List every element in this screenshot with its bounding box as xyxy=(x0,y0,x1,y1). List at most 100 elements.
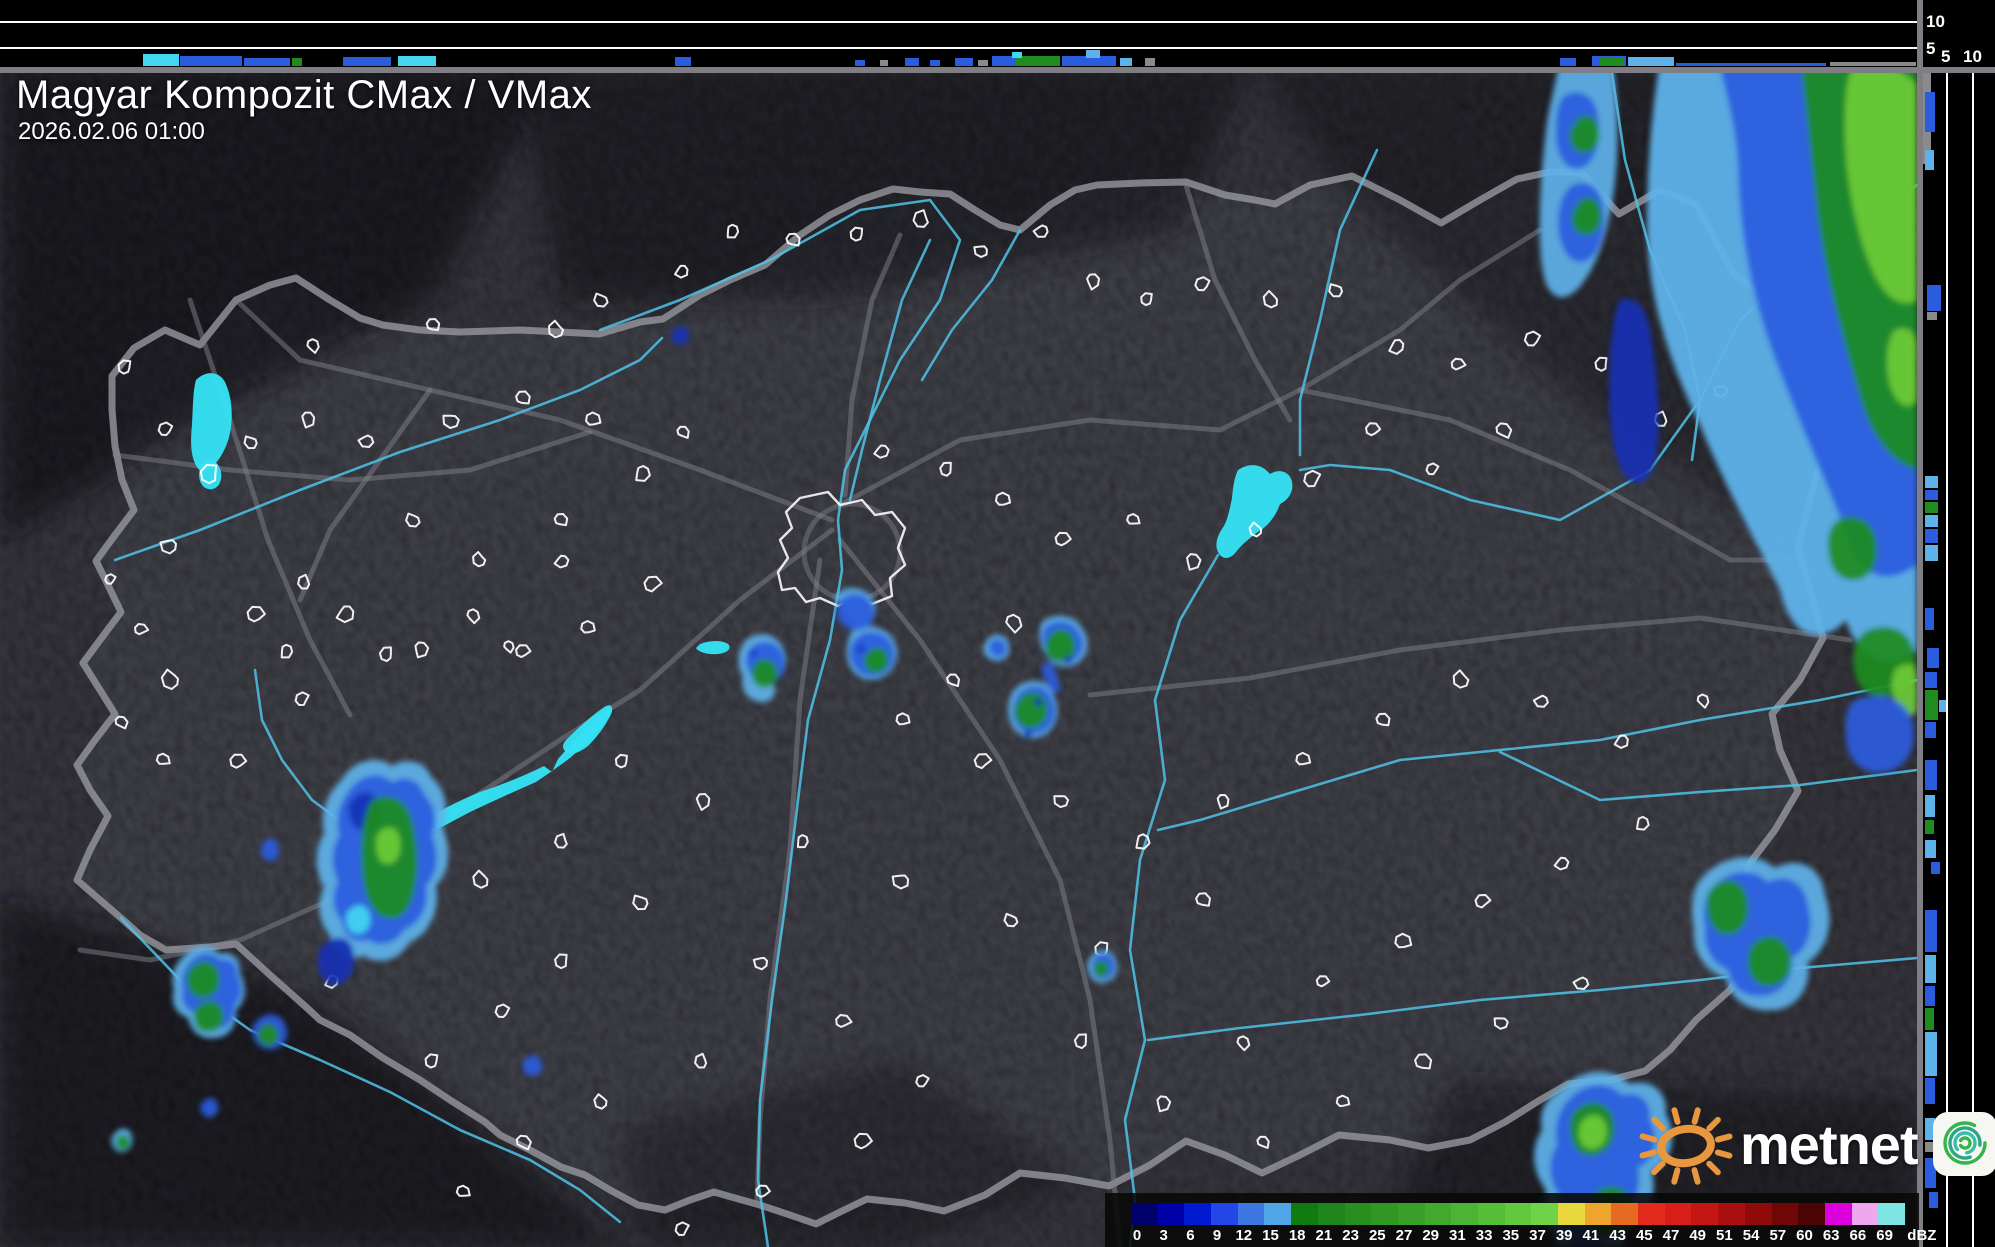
top-height-profile-panel xyxy=(0,0,1917,67)
dbz-tick: 27 xyxy=(1395,1227,1413,1244)
profile-echo xyxy=(1830,62,1916,66)
top-profile-gridline-5km xyxy=(0,47,1917,49)
right-axis-label-10: 10 xyxy=(1963,47,1982,66)
dbz-cell-12 xyxy=(1237,1203,1265,1225)
profile-echo xyxy=(955,58,973,66)
profile-echo xyxy=(905,58,919,66)
dbz-cell-54 xyxy=(1744,1203,1772,1225)
profile-echo xyxy=(1925,515,1938,527)
dbz-tick: 51 xyxy=(1716,1227,1733,1244)
dbz-tick: 0 xyxy=(1132,1227,1142,1244)
dbz-cell-37 xyxy=(1531,1203,1558,1225)
dbz-tick: 47 xyxy=(1662,1227,1680,1244)
dbz-colorbar-cells xyxy=(1131,1203,1905,1225)
dbz-cell-18 xyxy=(1291,1203,1318,1225)
dbz-cell-43 xyxy=(1611,1203,1639,1225)
top-axis-label-5: 5 xyxy=(1926,39,1936,58)
right-profile-gridline-5km xyxy=(1946,73,1948,1247)
profile-echo xyxy=(1925,545,1938,561)
dbz-tick: 69 xyxy=(1876,1227,1893,1244)
dbz-tick: 15 xyxy=(1262,1227,1279,1244)
profile-echo xyxy=(1120,58,1132,66)
panel-separator-vertical xyxy=(1917,0,1923,1247)
dbz-tick: 37 xyxy=(1529,1227,1546,1244)
profile-echo xyxy=(1925,722,1936,738)
profile-echo xyxy=(1560,58,1576,66)
spiral-app-icon xyxy=(1932,1112,1995,1176)
profile-echo xyxy=(1925,1008,1934,1030)
dbz-cell-39 xyxy=(1558,1203,1585,1225)
dbz-tick: 66 xyxy=(1849,1227,1867,1244)
dbz-cell-3 xyxy=(1157,1203,1185,1225)
dbz-cell-33 xyxy=(1477,1203,1505,1225)
dbz-cell-63 xyxy=(1824,1203,1852,1225)
radar-map xyxy=(0,0,1917,1247)
profile-echo xyxy=(1086,50,1100,58)
profile-echo xyxy=(1145,58,1155,66)
profile-echo xyxy=(1925,910,1937,952)
dbz-cell-9 xyxy=(1211,1203,1238,1225)
metnet-logo: metnet xyxy=(1638,1096,1995,1192)
profile-echo xyxy=(1929,1192,1938,1208)
right-height-profile-panel xyxy=(1923,0,1995,1247)
dbz-tick: 49 xyxy=(1689,1227,1707,1244)
dbz-cell-35 xyxy=(1504,1203,1532,1225)
right-profile-gridline-10km xyxy=(1972,73,1974,1247)
profile-echo xyxy=(1925,986,1935,1006)
dbz-tick: 25 xyxy=(1368,1227,1386,1244)
dbz-cell-66 xyxy=(1851,1203,1879,1225)
dbz-tick: 18 xyxy=(1288,1227,1306,1244)
dbz-cell-47 xyxy=(1664,1203,1692,1225)
profile-echo xyxy=(398,56,436,66)
profile-echo xyxy=(1927,312,1937,320)
dbz-cell-0 xyxy=(1131,1203,1158,1225)
radar-viewer: 10 5 5 10 Magyar Kompozit CMax / VMax 20… xyxy=(0,0,1995,1247)
timestamp: 2026.02.06 01:00 xyxy=(18,118,205,145)
profile-echo xyxy=(1925,820,1934,834)
profile-echo xyxy=(1927,648,1939,668)
profile-echo xyxy=(292,58,302,66)
profile-echo xyxy=(1925,502,1938,513)
profile-echo xyxy=(880,60,888,66)
profile-echo xyxy=(1925,490,1938,500)
dbz-cell-31 xyxy=(1451,1203,1478,1225)
profile-echo xyxy=(1016,56,1060,66)
dbz-tick: 3 xyxy=(1159,1227,1168,1244)
profile-echo xyxy=(1925,608,1934,630)
profile-echo xyxy=(244,58,290,66)
dbz-cell-45 xyxy=(1638,1203,1665,1225)
dbz-tick: 33 xyxy=(1475,1227,1493,1244)
dbz-cell-51 xyxy=(1718,1203,1745,1225)
profile-echo xyxy=(180,56,242,66)
dbz-cell-60 xyxy=(1798,1203,1825,1225)
profile-echo xyxy=(1925,476,1938,488)
profile-echo xyxy=(1925,690,1938,720)
profile-echo xyxy=(1012,52,1022,58)
profile-echo xyxy=(1925,840,1936,858)
dbz-cell-27 xyxy=(1397,1203,1425,1225)
dbz-cell-6 xyxy=(1184,1203,1212,1225)
dbz-cell-29 xyxy=(1424,1203,1452,1225)
top-axis-label-10: 10 xyxy=(1926,12,1945,31)
dbz-tick: 35 xyxy=(1502,1227,1520,1244)
profile-echo xyxy=(1676,63,1826,66)
right-axis-label-5: 5 xyxy=(1941,47,1951,66)
dbz-tick: 43 xyxy=(1609,1227,1626,1244)
dbz-unit-label: dBZ xyxy=(1907,1227,1937,1244)
dbz-tick: 54 xyxy=(1742,1227,1760,1244)
profile-echo xyxy=(855,60,865,66)
profile-echo xyxy=(1925,1032,1937,1076)
page-title: Magyar Kompozit CMax / VMax xyxy=(16,73,592,117)
dbz-tick: 21 xyxy=(1315,1227,1333,1244)
profile-echo xyxy=(343,57,391,66)
profile-echo xyxy=(930,60,940,66)
dbz-cell-21 xyxy=(1317,1203,1345,1225)
dbz-cell-25 xyxy=(1371,1203,1398,1225)
top-profile-gridline-10km xyxy=(0,21,1917,23)
profile-echo xyxy=(1925,760,1937,790)
sun-icon xyxy=(1639,1107,1733,1185)
dbz-tick: 12 xyxy=(1235,1227,1253,1244)
dbz-tick: 41 xyxy=(1582,1227,1600,1244)
dbz-tick: 63 xyxy=(1822,1227,1840,1244)
dbz-tick: 31 xyxy=(1449,1227,1466,1244)
